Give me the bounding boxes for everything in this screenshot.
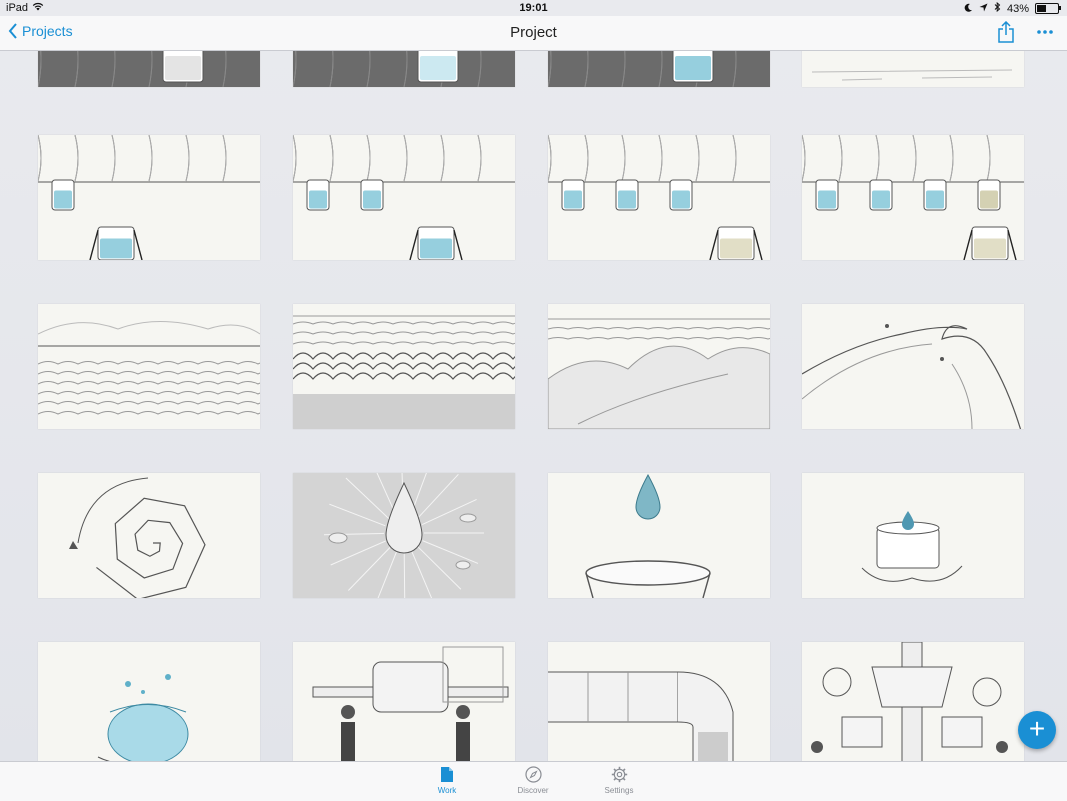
frame-thumbnail — [861, 511, 963, 582]
frame-thumbnail — [293, 473, 515, 598]
battery-percent: 43% — [1006, 2, 1029, 15]
storyboard-frame[interactable] — [38, 135, 260, 260]
tab-settings[interactable]: Settings — [589, 766, 649, 795]
location-icon — [979, 3, 988, 15]
gear-icon — [611, 766, 627, 783]
frame-thumbnail — [548, 51, 770, 87]
tab-work-label: Work — [437, 786, 457, 795]
frame-thumbnail — [802, 135, 1024, 260]
share-button[interactable] — [997, 20, 1015, 48]
frame-thumbnail — [38, 135, 260, 260]
add-frame-button[interactable]: + — [1018, 711, 1056, 749]
storyboard-frame[interactable] — [293, 135, 515, 260]
frame-thumbnail — [293, 51, 515, 87]
tab-work[interactable]: Work — [417, 766, 477, 795]
frame-thumbnail — [312, 646, 509, 761]
storyboard-frame[interactable] — [548, 51, 770, 87]
compass-icon — [524, 766, 542, 783]
share-icon — [998, 20, 1014, 43]
more-icon — [1037, 30, 1053, 34]
tab-settings-label: Settings — [604, 786, 634, 795]
frame-thumbnail — [69, 477, 206, 598]
status-bar: iPad 19:01 43% — [0, 0, 1067, 16]
plus-icon: + — [1028, 713, 1046, 744]
page-title: Project — [510, 24, 557, 41]
battery-icon — [1035, 3, 1061, 14]
storyboard-frame[interactable] — [38, 51, 260, 87]
storyboard-frame[interactable] — [802, 304, 1024, 429]
storyboard-frame[interactable] — [548, 304, 770, 429]
frame-thumbnail — [548, 318, 770, 429]
storyboard-frame[interactable] — [38, 304, 260, 429]
navigation-bar: Projects Project — [0, 16, 1067, 51]
storyboard-frame[interactable] — [548, 642, 770, 761]
storyboard-frame[interactable] — [548, 135, 770, 260]
status-right: 43% — [964, 1, 1061, 15]
status-time: 19:01 — [519, 2, 548, 14]
frame-thumbnail — [585, 473, 711, 598]
storyboard-frame[interactable] — [293, 304, 515, 429]
document-icon — [441, 767, 453, 782]
frame-thumbnail — [38, 321, 260, 415]
storyboard-frame[interactable] — [802, 642, 1024, 761]
frame-thumbnail — [293, 315, 515, 429]
storyboard-frame[interactable] — [293, 642, 515, 761]
more-button[interactable] — [1037, 23, 1053, 34]
storyboard-frame[interactable] — [802, 51, 1024, 87]
storyboard-frame[interactable] — [293, 473, 515, 598]
tab-discover-label: Discover — [517, 786, 549, 795]
moon-icon — [964, 3, 973, 15]
storyboard-frame[interactable] — [38, 473, 260, 598]
frame-thumbnail — [811, 69, 1013, 81]
frame-thumbnail — [548, 135, 770, 260]
storyboard-frame[interactable] — [38, 642, 260, 761]
frame-thumbnail — [38, 51, 260, 87]
frame-thumbnail — [548, 671, 734, 761]
battery-level — [1037, 5, 1046, 12]
frame-thumbnail — [811, 642, 1008, 761]
frame-thumbnail — [97, 674, 189, 761]
frame-thumbnail — [802, 324, 1022, 429]
frame-thumbnail — [293, 135, 515, 260]
storyboard-frame[interactable] — [293, 51, 515, 87]
storyboard-frame[interactable] — [802, 135, 1024, 260]
tab-bar: Work Discover Settings — [0, 761, 1067, 801]
storyboard-frame[interactable] — [802, 473, 1024, 598]
tab-discover[interactable]: Discover — [503, 766, 563, 795]
storyboard-grid — [0, 51, 1067, 761]
storyboard-frame[interactable] — [548, 473, 770, 598]
bluetooth-icon — [994, 1, 1001, 15]
